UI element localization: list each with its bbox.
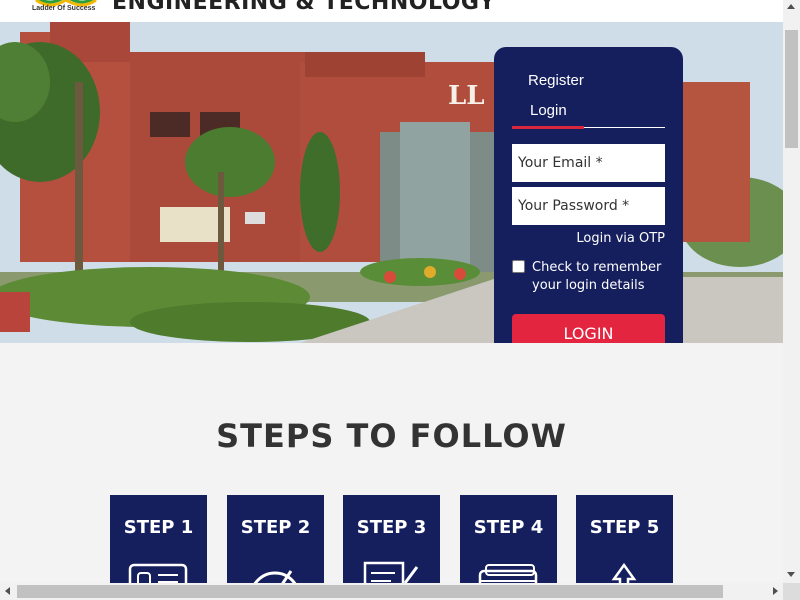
step-card-5[interactable]: STEP 5 — [576, 495, 673, 583]
tab-login[interactable]: Login — [530, 102, 567, 119]
remember-label: Check to remember your login details — [532, 260, 662, 293]
upload-icon — [611, 562, 637, 583]
document-edit-icon — [363, 561, 419, 583]
vertical-scrollbar[interactable] — [783, 0, 800, 583]
step-card-1[interactable]: STEP 1 — [110, 495, 207, 583]
step-card-4[interactable]: STEP 4 — [460, 495, 557, 583]
building-sign: LL — [448, 81, 485, 111]
login-panel: Register Login Login via OTP Check to re… — [494, 47, 683, 343]
page: Ladder Of Success ENGINEERING & TECHNOLO… — [0, 0, 783, 583]
step-label: STEP 1 — [123, 517, 194, 538]
step-card-2[interactable]: STEP 2 — [227, 495, 324, 583]
login-via-otp-link[interactable]: Login via OTP — [576, 231, 665, 246]
horizontal-scrollbar[interactable] — [0, 583, 783, 600]
step-label: STEP 3 — [356, 517, 427, 538]
scroll-right-arrow-icon[interactable] — [773, 587, 778, 595]
step-label: STEP 2 — [240, 517, 311, 538]
college-name: ENGINEERING & TECHNOLOGY — [112, 0, 496, 15]
step-card-3[interactable]: STEP 3 — [343, 495, 440, 583]
logo-tagline: Ladder Of Success — [32, 5, 96, 12]
step-label: STEP 4 — [473, 517, 544, 538]
steps-title: STEPS TO FOLLOW — [216, 417, 567, 455]
form-icon — [128, 563, 188, 583]
gauge-icon — [253, 570, 297, 583]
scroll-down-arrow-icon[interactable] — [787, 572, 795, 577]
scrollbar-corner — [783, 583, 800, 600]
payment-card-icon — [478, 564, 538, 583]
scroll-up-arrow-icon[interactable] — [787, 4, 795, 9]
scroll-left-arrow-icon[interactable] — [5, 587, 10, 595]
remember-checkbox[interactable] — [512, 260, 525, 273]
tab-register[interactable]: Register — [528, 72, 584, 89]
email-input[interactable] — [512, 144, 665, 182]
password-input[interactable] — [512, 187, 665, 225]
login-button[interactable]: LOGIN — [512, 314, 665, 343]
step-label: STEP 5 — [589, 517, 660, 538]
vertical-scroll-thumb[interactable] — [785, 30, 798, 148]
site-header: Ladder Of Success ENGINEERING & TECHNOLO… — [0, 0, 783, 22]
horizontal-scroll-thumb[interactable] — [17, 585, 723, 598]
tab-active-indicator — [512, 126, 584, 129]
